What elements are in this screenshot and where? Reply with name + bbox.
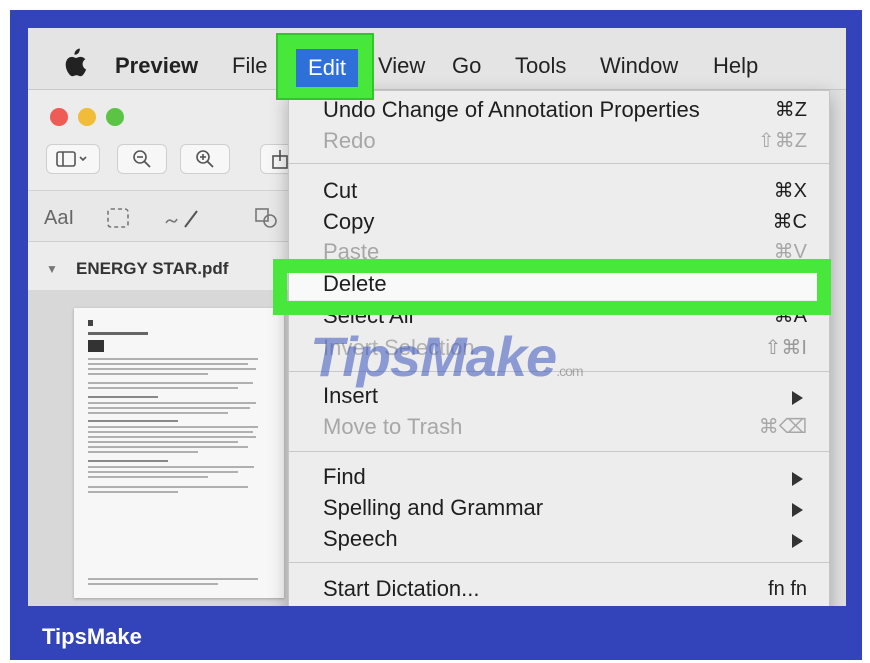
submenu-arrow-icon [792, 503, 803, 517]
invert-selection-shortcut: ⇧⌘I [764, 337, 807, 359]
redo-label: Redo [323, 128, 376, 153]
redo-shortcut: ⇧⌘Z [758, 130, 807, 152]
menu-help[interactable]: Help [713, 52, 758, 80]
paste-label: Paste [323, 239, 380, 264]
cut-label: Cut [323, 178, 358, 203]
zoom-out-icon [133, 150, 151, 168]
menu-edit[interactable]: Edit [296, 49, 358, 87]
select-all-shortcut: ⌘A [773, 305, 807, 327]
menu-item-spelling-grammar[interactable]: Spelling and Grammar [289, 493, 829, 524]
share-icon [272, 150, 288, 169]
menu-separator [289, 451, 829, 452]
menu-separator [289, 562, 829, 563]
undo-label: Undo Change of Annotation Properties [323, 97, 700, 122]
watermark-text: TipsMake [310, 325, 557, 388]
menu-item-start-dictation[interactable]: Start Dictation... fn fn [289, 574, 829, 605]
markup-toolbar: AaI [28, 190, 318, 242]
rectangular-selection-icon[interactable] [106, 207, 130, 229]
menu-item-paste: Paste ⌘V [289, 237, 829, 268]
menu-view[interactable]: View [378, 52, 425, 80]
zoom-out-button[interactable] [117, 144, 167, 174]
menu-item-move-to-trash: Move to Trash ⌘⌫ [289, 412, 829, 443]
undo-shortcut: ⌘Z [774, 99, 807, 121]
apple-logo-icon[interactable] [61, 48, 87, 78]
paste-shortcut: ⌘V [773, 241, 807, 263]
thumbnail-area [28, 290, 318, 606]
cut-shortcut: ⌘X [773, 180, 807, 202]
sidebar-toggle-button[interactable] [46, 144, 100, 174]
thumbnail-page-content [88, 320, 258, 585]
menu-item-find[interactable]: Find [289, 462, 829, 493]
text-tool-button[interactable]: AaI [44, 207, 74, 229]
watermark-suffix: .com [556, 363, 583, 379]
move-to-trash-shortcut: ⌘⌫ [758, 416, 807, 438]
find-label: Find [323, 464, 366, 489]
menu-separator [289, 163, 829, 164]
watermark: TipsMake.com [310, 324, 584, 389]
menu-go[interactable]: Go [452, 52, 481, 80]
edit-menu-highlight: Edit [276, 33, 374, 100]
menu-item-delete[interactable]: Delete [289, 269, 829, 300]
menu-item-speech[interactable]: Speech [289, 524, 829, 555]
disclosure-triangle-icon[interactable]: ▼ [46, 262, 58, 276]
spelling-grammar-label: Spelling and Grammar [323, 495, 544, 520]
copy-shortcut: ⌘C [772, 211, 807, 233]
menu-app-preview[interactable]: Preview [115, 52, 198, 80]
menu-window[interactable]: Window [600, 52, 678, 80]
submenu-arrow-icon [792, 391, 803, 405]
start-dictation-label: Start Dictation... [323, 576, 480, 601]
sidebar-icon [56, 151, 87, 167]
speech-label: Speech [323, 526, 398, 551]
zoom-in-icon [196, 150, 214, 168]
menu-item-copy[interactable]: Copy ⌘C [289, 207, 829, 238]
zoom-in-button[interactable] [180, 144, 230, 174]
brand-label: TipsMake [42, 624, 142, 649]
close-window-button[interactable] [50, 108, 68, 126]
menu-item-redo: Redo ⇧⌘Z [289, 126, 829, 157]
submenu-arrow-icon [792, 534, 803, 548]
zoom-window-button[interactable] [106, 108, 124, 126]
minimize-window-button[interactable] [78, 108, 96, 126]
shapes-icon[interactable] [254, 207, 284, 229]
start-dictation-shortcut: fn fn [768, 578, 807, 600]
copy-label: Copy [323, 209, 375, 234]
move-to-trash-label: Move to Trash [323, 414, 463, 439]
menu-item-cut[interactable]: Cut ⌘X [289, 176, 829, 207]
menu-bar: Preview File View Go Tools Window Help [28, 28, 846, 90]
sketch-icon[interactable] [163, 207, 203, 229]
page-thumbnail[interactable] [74, 308, 284, 598]
mac-screen: Preview File View Go Tools Window Help A… [28, 28, 846, 606]
delete-label: Delete [323, 271, 387, 296]
submenu-arrow-icon [792, 472, 803, 486]
sidebar-document-row[interactable]: ▼ ENERGY STAR.pdf [28, 252, 318, 288]
menu-tools[interactable]: Tools [515, 52, 566, 80]
menu-file[interactable]: File [232, 52, 267, 80]
document-name: ENERGY STAR.pdf [76, 259, 229, 278]
preview-window: AaI ▼ ENERGY STAR.pdf [28, 90, 318, 606]
